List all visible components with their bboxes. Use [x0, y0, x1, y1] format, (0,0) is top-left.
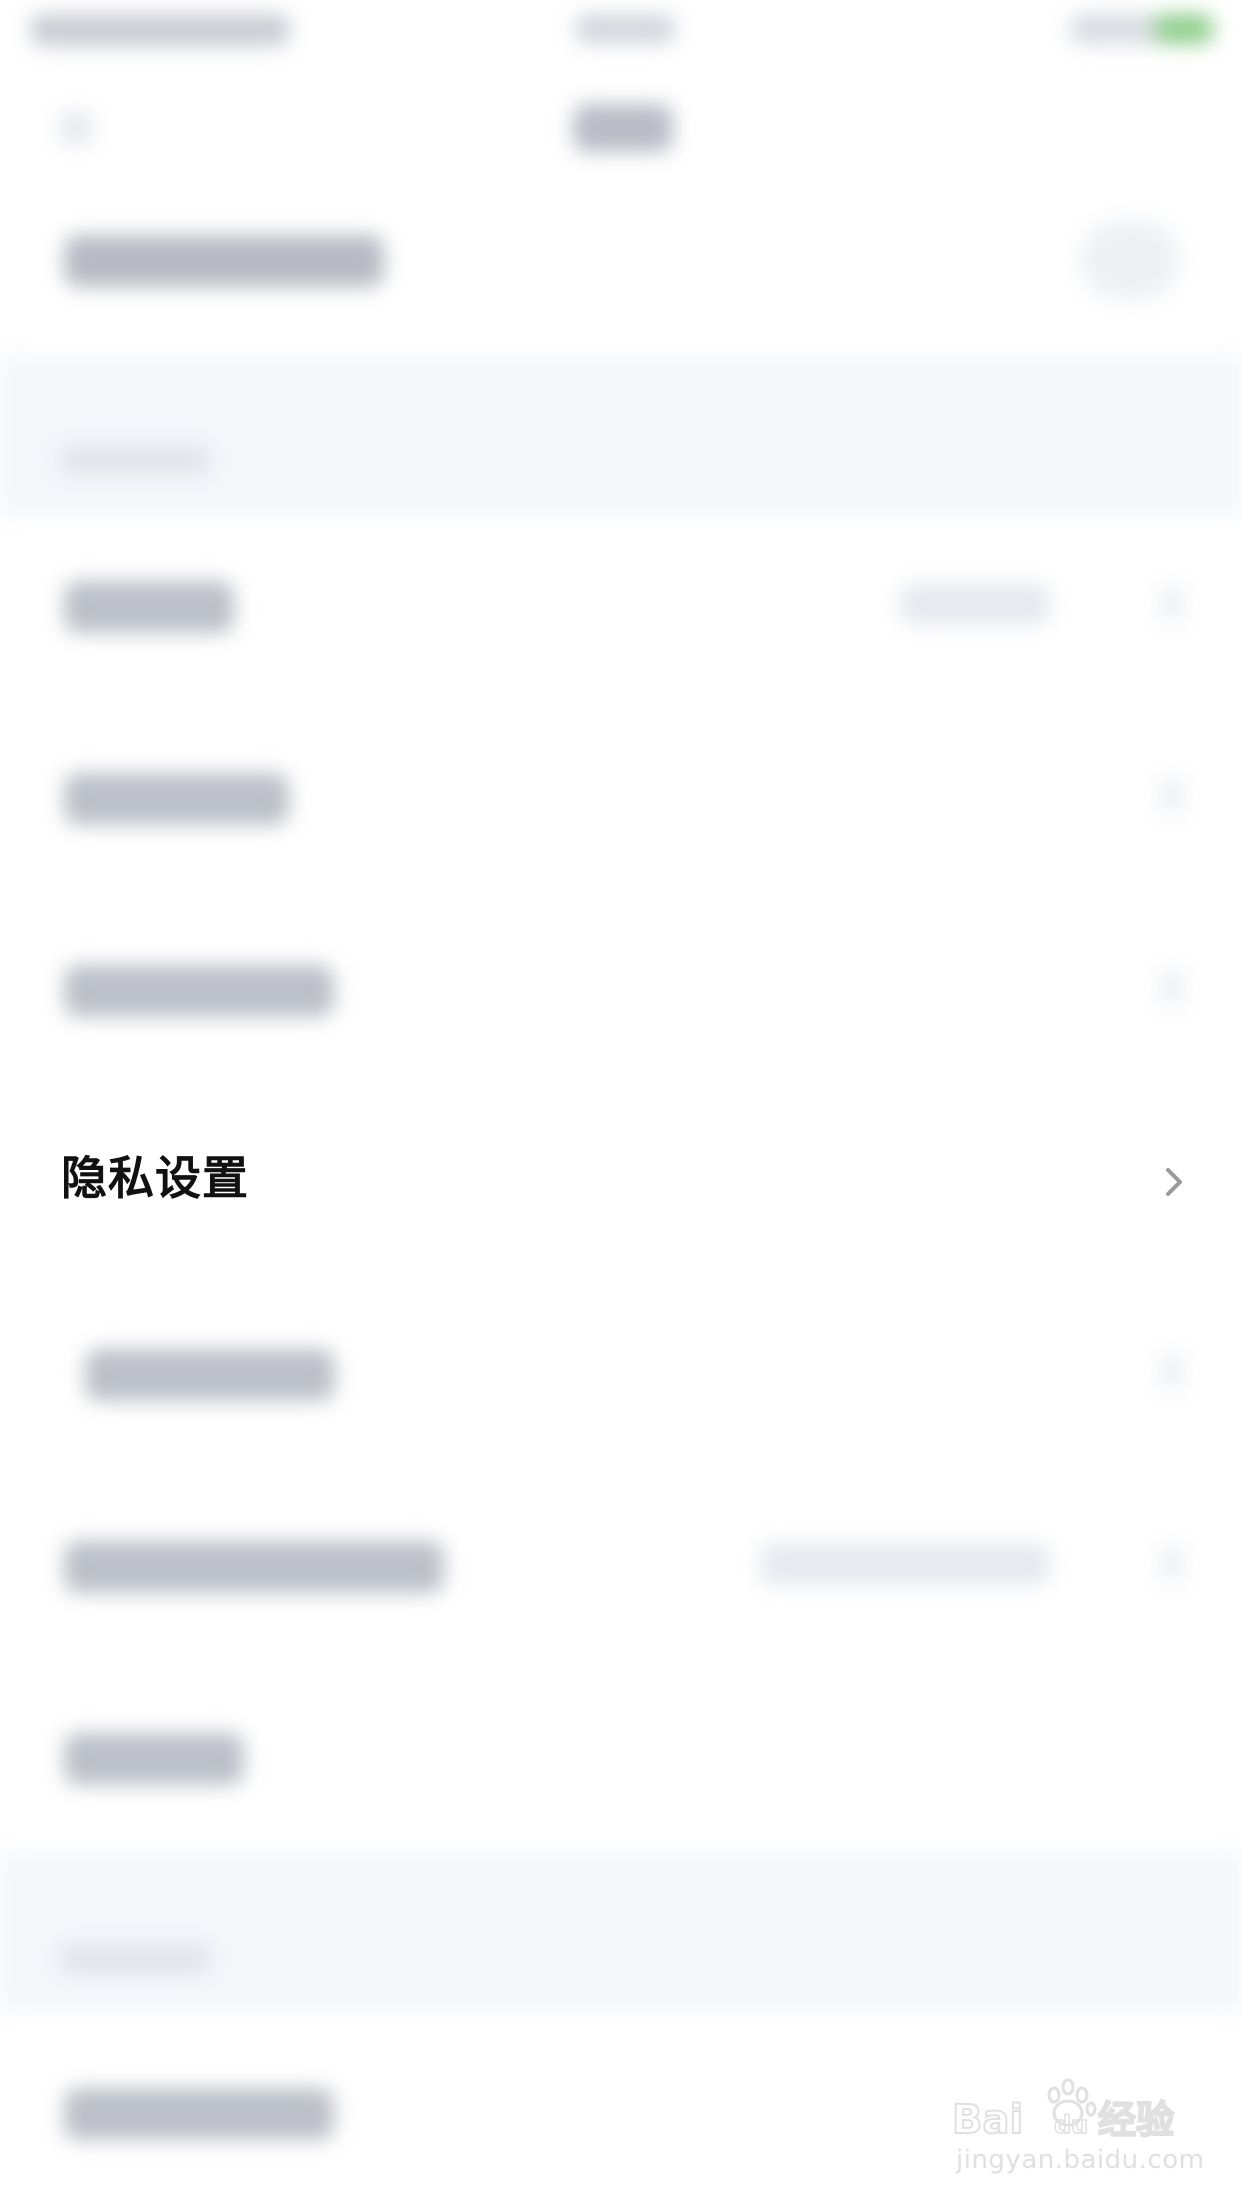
status-carrier: [30, 14, 290, 46]
watermark-url: jingyan.baidu.com: [956, 2145, 1205, 2175]
privacy-settings-row[interactable]: 隐私设置: [0, 1080, 1242, 1270]
nav-bar: [0, 70, 1242, 190]
chevron-right-icon: [1160, 1353, 1184, 1389]
settings-row[interactable]: [0, 889, 1242, 1079]
settings-row[interactable]: [0, 1273, 1242, 1463]
baidu-jingyan-logo: Bai du 经验: [951, 2078, 1175, 2144]
section-header: [0, 355, 1242, 515]
svg-text:经验: 经验: [1098, 2098, 1174, 2142]
row-label: [64, 965, 334, 1017]
status-bar: [0, 0, 1242, 70]
back-icon[interactable]: [60, 112, 92, 144]
row-label: [64, 2088, 334, 2140]
row-label: [64, 1733, 244, 1785]
page-title: [573, 104, 673, 152]
chevron-right-icon: [1160, 777, 1184, 813]
row-label: [64, 1541, 444, 1593]
baidu-watermark: Bai du 经验 jingyan.baidu.com: [950, 2075, 1204, 2185]
svg-text:du: du: [1054, 2111, 1088, 2139]
chevron-right-icon: [1160, 1545, 1184, 1581]
settings-row[interactable]: [0, 505, 1242, 695]
row-label: [64, 773, 289, 825]
row-label: [64, 581, 234, 633]
settings-row[interactable]: [0, 1657, 1242, 1847]
settings-row[interactable]: [0, 697, 1242, 887]
row-label: [85, 1349, 335, 1401]
svg-text:Bai: Bai: [952, 2097, 1023, 2143]
account-avatar: [1080, 220, 1180, 300]
chevron-right-icon: [1160, 585, 1184, 621]
section-label: [60, 1944, 210, 1974]
privacy-settings-label: 隐私设置: [61, 1151, 249, 1205]
settings-row[interactable]: [0, 1465, 1242, 1655]
row-value: [900, 583, 1050, 625]
account-label: [64, 235, 384, 287]
section-label: [60, 445, 210, 475]
status-time: [575, 14, 675, 44]
row-value: [760, 1543, 1050, 1585]
chevron-right-icon: [1160, 969, 1184, 1005]
account-row[interactable]: [0, 195, 1242, 345]
chevron-right-icon: [1166, 1168, 1182, 1196]
section-header: [0, 1852, 1242, 2012]
battery-icon: [1155, 14, 1213, 44]
